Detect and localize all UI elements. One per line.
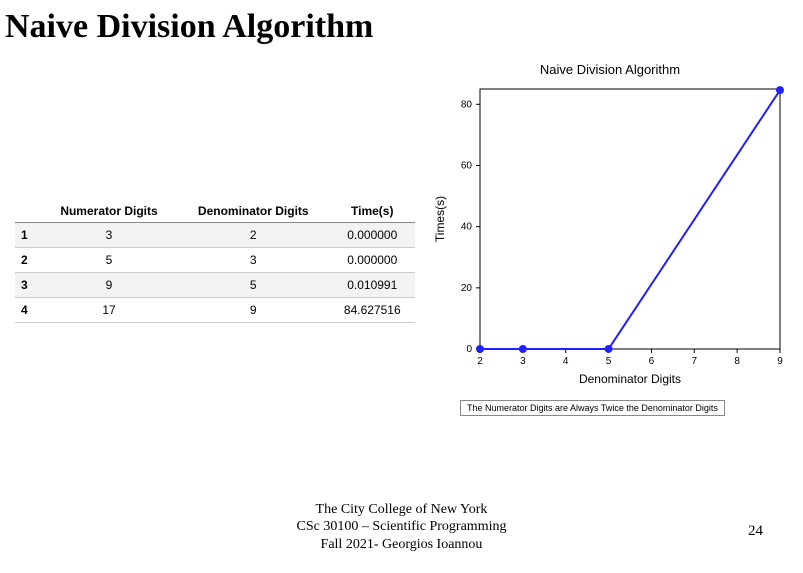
- cell-idx: 4: [15, 298, 41, 323]
- cell-idx: 3: [15, 273, 41, 298]
- chart-svg: 2 3 4 5 6 7 8 9 0 20 40 60 80 Denominator Digits Times…: [430, 79, 790, 389]
- cell-time: 0.010991: [330, 273, 415, 298]
- col-idx: [15, 200, 41, 223]
- cell-idx: 2: [15, 248, 41, 273]
- cell-num: 17: [41, 298, 177, 323]
- cell-den: 2: [177, 223, 330, 248]
- footer-line3: Fall 2021- Georgios Ioannou: [0, 536, 803, 554]
- svg-text:60: 60: [461, 160, 473, 171]
- cell-time: 84.627516: [330, 298, 415, 323]
- cell-time: 0.000000: [330, 223, 415, 248]
- svg-text:2: 2: [477, 356, 483, 367]
- svg-text:5: 5: [606, 356, 612, 367]
- cell-num: 9: [41, 273, 177, 298]
- svg-text:8: 8: [734, 356, 740, 367]
- chart-caption: The Numerator Digits are Always Twice th…: [460, 400, 725, 416]
- svg-text:Denominator Digits: Denominator Digits: [579, 372, 681, 386]
- cell-time: 0.000000: [330, 248, 415, 273]
- data-table: Numerator Digits Denominator Digits Time…: [15, 200, 415, 323]
- page-number: 24: [748, 523, 763, 540]
- svg-text:4: 4: [563, 356, 569, 367]
- cell-num: 3: [41, 223, 177, 248]
- table-row: 2 5 3 0.000000: [15, 248, 415, 273]
- cell-den: 9: [177, 298, 330, 323]
- svg-text:6: 6: [649, 356, 655, 367]
- svg-text:20: 20: [461, 283, 473, 294]
- svg-text:40: 40: [461, 222, 473, 233]
- footer: The City College of New York CSc 30100 –…: [0, 501, 803, 554]
- col-numerator: Numerator Digits: [41, 200, 177, 223]
- table-row: 1 3 2 0.000000: [15, 223, 415, 248]
- cell-den: 5: [177, 273, 330, 298]
- col-denominator: Denominator Digits: [177, 200, 330, 223]
- svg-text:9: 9: [777, 356, 783, 367]
- table-row: 4 17 9 84.627516: [15, 298, 415, 323]
- cell-idx: 1: [15, 223, 41, 248]
- svg-text:80: 80: [461, 99, 473, 110]
- svg-text:3: 3: [520, 356, 526, 367]
- chart: Naive Division Algorithm 2 3 4 5 6 7 8 9 0 20 40 60…: [430, 62, 790, 416]
- chart-title: Naive Division Algorithm: [430, 62, 790, 77]
- svg-text:Times(s): Times(s): [433, 196, 447, 242]
- cell-num: 5: [41, 248, 177, 273]
- page-title: Naive Division Algorithm: [5, 8, 373, 46]
- footer-line2: CSc 30100 – Scientific Programming: [0, 518, 803, 536]
- svg-text:0: 0: [466, 344, 472, 355]
- cell-den: 3: [177, 248, 330, 273]
- svg-text:7: 7: [692, 356, 698, 367]
- footer-line1: The City College of New York: [0, 501, 803, 519]
- table-row: 3 9 5 0.010991: [15, 273, 415, 298]
- col-time: Time(s): [330, 200, 415, 223]
